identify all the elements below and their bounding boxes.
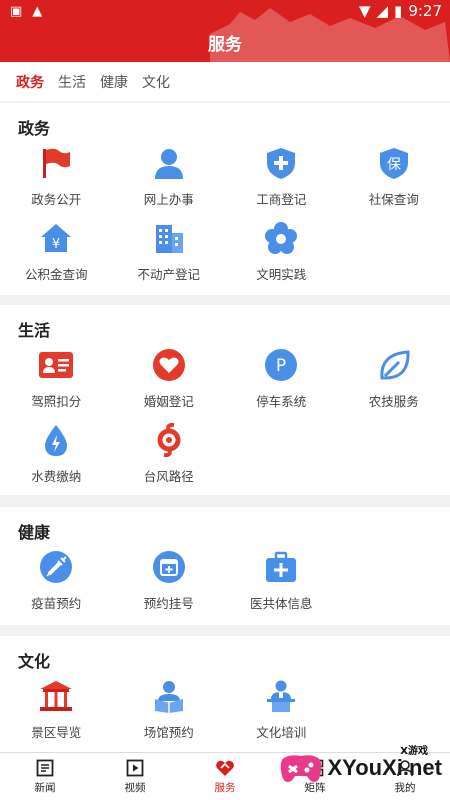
typhoon-icon — [151, 422, 187, 458]
nav-service[interactable]: 服务 — [180, 753, 270, 800]
page-title: 服务 — [208, 35, 242, 55]
service-yigongti-xinxi[interactable]: 医共体信息 — [225, 547, 338, 622]
service-jingqu-daolan[interactable]: 景区导览 — [0, 676, 113, 751]
svg-text:P: P — [276, 356, 286, 376]
syringe-icon — [38, 549, 74, 585]
service-label: 景区导览 — [31, 725, 82, 740]
service-budongchan[interactable]: 不动产登记 — [113, 218, 226, 293]
section-wenhua: 文化 景区导览 场馆预约 文化培训 — [0, 636, 450, 752]
service-icon — [215, 758, 235, 778]
id-card-icon — [38, 347, 74, 383]
service-label: 公积金查询 — [24, 267, 88, 282]
person-icon — [151, 145, 187, 181]
section-title: 生活 — [18, 321, 51, 340]
section-zhengwu: 政务 政务公开 网上办事 工商登记 保 社保查询 ¥ 公积金查询 不动产登记 文… — [0, 103, 450, 295]
service-wenming-shijian[interactable]: 文明实践 — [225, 218, 338, 293]
heart-icon — [151, 347, 187, 383]
lecturer-icon — [263, 678, 299, 714]
service-label: 农技服务 — [368, 394, 419, 409]
service-label: 预约挂号 — [143, 596, 194, 611]
service-label: 驾照扣分 — [31, 394, 82, 409]
calendar-plus-icon — [151, 549, 187, 585]
tab-jiankang[interactable]: 健康 — [100, 72, 128, 92]
service-label: 政务公开 — [31, 192, 82, 207]
service-label: 场馆预约 — [143, 725, 194, 740]
gallery-notification-icon: ▣ — [10, 4, 23, 19]
service-label: 医共体信息 — [249, 596, 313, 611]
section-title: 政务 — [18, 119, 51, 138]
signal-icon: ◢ — [376, 2, 389, 20]
building-icon — [151, 220, 187, 256]
flower-icon — [263, 220, 299, 256]
service-label: 停车系统 — [256, 394, 307, 409]
service-gongjijin[interactable]: ¥ 公积金查询 — [0, 218, 113, 293]
service-jiazhao-koufen[interactable]: 驾照扣分 — [0, 345, 113, 420]
shield-bao-icon: 保 — [376, 145, 412, 181]
reader-icon — [151, 678, 187, 714]
tab-zhengwu[interactable]: 政务 — [16, 72, 44, 92]
shield-plus-icon — [263, 145, 299, 181]
service-label: 台风路径 — [143, 469, 194, 484]
battery-icon: ▮ — [394, 2, 403, 20]
video-icon — [125, 758, 145, 778]
watermark-small-text: X游戏 — [400, 746, 428, 757]
service-nongji-fuwu[interactable]: 农技服务 — [338, 345, 450, 420]
service-taifeng-lujing[interactable]: 台风路径 — [113, 420, 226, 495]
tab-shenghuo[interactable]: 生活 — [58, 72, 86, 92]
service-label: 水费缴纳 — [31, 469, 82, 484]
svg-text:¥: ¥ — [52, 237, 60, 252]
category-tabs: 政务 生活 健康 文化 — [0, 62, 450, 102]
service-label: 疫苗预约 — [31, 596, 82, 611]
tab-wenhua[interactable]: 文化 — [142, 72, 170, 92]
section-title: 健康 — [18, 523, 51, 542]
nav-label: 新闻 — [34, 782, 56, 794]
status-bar: ▣ ▲ ▼ ◢ ▮ 9:27 — [0, 0, 450, 24]
service-gongshang-dengji[interactable]: 工商登记 — [225, 143, 338, 218]
service-label: 婚姻登记 — [143, 394, 194, 409]
medical-kit-icon — [263, 549, 299, 585]
section-shenghuo: 生活 驾照扣分 婚姻登记 P 停车系统 农技服务 水费缴纳 台风路径 — [0, 305, 450, 495]
service-hunyin-dengji[interactable]: 婚姻登记 — [113, 345, 226, 420]
watermark: XYouXi.net X游戏 — [278, 742, 443, 794]
nav-news[interactable]: 新闻 — [0, 753, 90, 800]
service-label: 工商登记 — [256, 192, 307, 207]
wifi-icon: ▼ — [358, 2, 371, 20]
parking-icon: P — [263, 347, 299, 383]
news-icon — [35, 758, 55, 778]
status-time: 9:27 — [408, 2, 442, 20]
watermark-text: XYouXi.net — [327, 755, 443, 780]
service-yuyue-guahao[interactable]: 预约挂号 — [113, 547, 226, 622]
nav-label: 服务 — [214, 782, 236, 794]
temple-icon — [38, 678, 74, 714]
svg-text:保: 保 — [387, 157, 401, 173]
section-title: 文化 — [18, 652, 51, 671]
nav-video[interactable]: 视频 — [90, 753, 180, 800]
water-drop-icon — [38, 422, 74, 458]
service-wangshang-banshi[interactable]: 网上办事 — [113, 143, 226, 218]
service-zhengwu-gongkai[interactable]: 政务公开 — [0, 143, 113, 218]
service-tingche-xitong[interactable]: P 停车系统 — [225, 345, 338, 420]
app-header: ▣ ▲ ▼ ◢ ▮ 9:27 服务 — [0, 0, 450, 62]
service-label: 社保查询 — [368, 192, 419, 207]
leaf-icon — [376, 347, 412, 383]
service-label: 文化培训 — [256, 725, 307, 740]
service-shebao-chaxun[interactable]: 保 社保查询 — [338, 143, 450, 218]
red-flag-icon — [38, 145, 74, 181]
service-label: 网上办事 — [143, 192, 194, 207]
nav-label: 视频 — [124, 782, 146, 794]
service-yimiao-yuyue[interactable]: 疫苗预约 — [0, 547, 113, 622]
service-label: 不动产登记 — [137, 267, 200, 282]
house-yuan-icon: ¥ — [38, 220, 74, 256]
service-wenhua-peixun[interactable]: 文化培训 — [225, 676, 338, 751]
section-jiankang: 健康 疫苗预约 预约挂号 医共体信息 — [0, 507, 450, 625]
service-label: 文明实践 — [256, 267, 307, 282]
service-changguan-yuyue[interactable]: 场馆预约 — [113, 676, 226, 751]
service-shuifei-jiaona[interactable]: 水费缴纳 — [0, 420, 113, 495]
download-notification-icon: ▲ — [32, 4, 43, 19]
gamepad-logo-icon — [280, 755, 321, 782]
